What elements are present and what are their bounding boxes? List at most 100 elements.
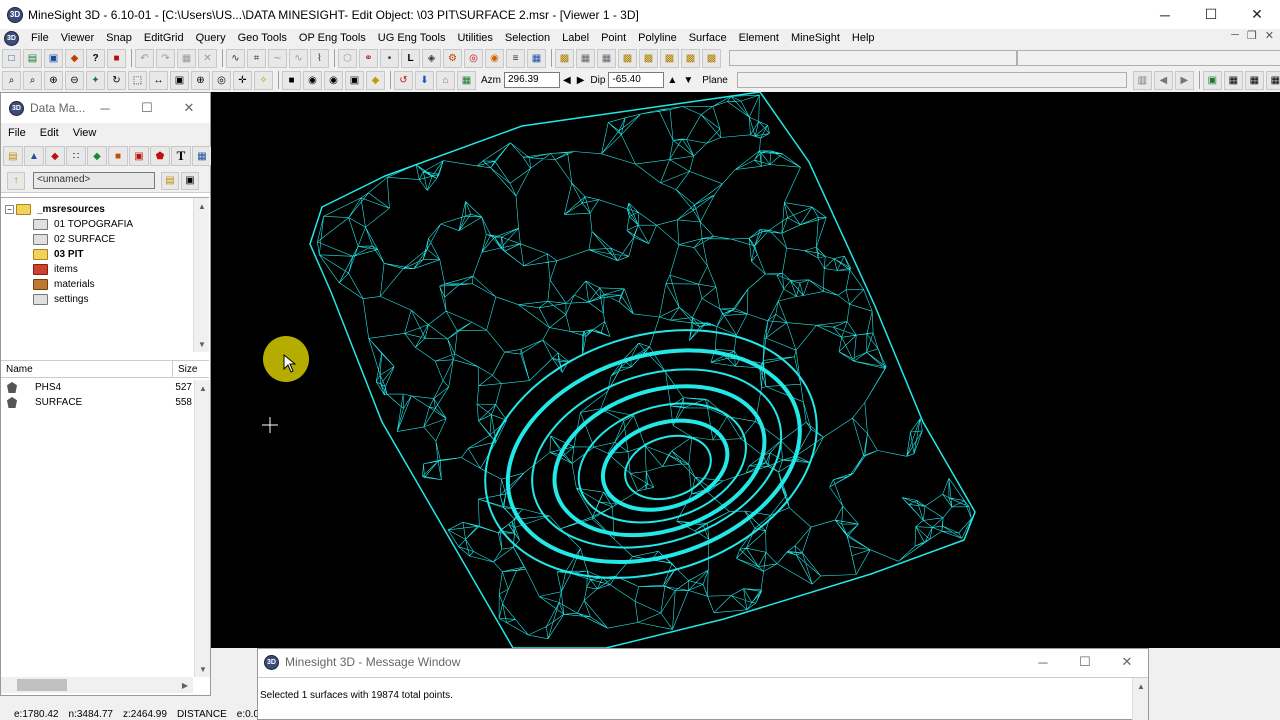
render-2-icon[interactable]: ◉ (303, 70, 322, 90)
close-button[interactable]: ✕ (1234, 0, 1280, 29)
scene-7-icon[interactable]: ▩ (681, 48, 700, 68)
scene-3-icon[interactable]: ▦ (597, 48, 616, 68)
arrow-down-icon[interactable]: ⬇ (415, 70, 434, 90)
wave-icon[interactable]: ∿ (289, 48, 308, 68)
tree-node-01-topografia[interactable]: 01 TOPOGRAFIA (33, 217, 133, 232)
fit-icon[interactable]: ⬚ (128, 70, 147, 90)
size-column-header[interactable]: Size (173, 361, 209, 377)
dip-up-arrow-icon[interactable]: ▲ (667, 75, 677, 86)
list-scrollbar[interactable]: ▲ ▼ (194, 380, 210, 677)
menu-query[interactable]: Query (190, 32, 232, 44)
snap-icon[interactable]: ⬡ (338, 48, 357, 68)
pick-icon[interactable]: ◈ (422, 48, 441, 68)
render-4-icon[interactable]: ▣ (345, 70, 364, 90)
menu-surface[interactable]: Surface (683, 32, 733, 44)
menu-selection[interactable]: Selection (499, 32, 556, 44)
object-icon[interactable]: ◆ (65, 48, 84, 68)
step-forward-icon[interactable]: ▶ (1174, 70, 1194, 90)
new-icon[interactable]: □ (2, 48, 21, 68)
shape-icon[interactable]: ⬟ (150, 146, 170, 166)
save-path-icon[interactable]: ▣ (181, 171, 199, 190)
toolbar-combo-2[interactable] (1017, 50, 1280, 66)
message-window-close-button[interactable]: ✕ (1106, 649, 1148, 675)
view-4-icon[interactable]: ▦ (1265, 70, 1280, 90)
target-icon[interactable]: ◎ (464, 48, 483, 68)
scene-4-icon[interactable]: ▩ (618, 48, 637, 68)
edit-line-icon[interactable]: ⌇ (310, 48, 329, 68)
panel-icon[interactable]: ▥ (1132, 70, 1152, 90)
scene-2-icon[interactable]: ▦ (576, 48, 595, 68)
mdi-minimize-button[interactable]: ─ (1231, 29, 1239, 42)
help-icon[interactable]: ? (86, 48, 105, 68)
open-icon[interactable]: ▤ (23, 48, 42, 68)
folder-open-icon[interactable]: ▤ (3, 146, 23, 166)
browse-folder-icon[interactable]: ▤ (161, 171, 179, 190)
tree-node-items[interactable]: items (33, 262, 78, 277)
scroll-down-icon[interactable]: ▼ (194, 336, 210, 352)
mdi-close-button[interactable]: ✕ (1265, 29, 1274, 42)
zoom-in-icon[interactable]: ⊕ (44, 70, 63, 90)
dip-input[interactable]: -65.40 (608, 72, 665, 88)
grid-toggle-icon[interactable]: ▦ (457, 70, 476, 90)
hscroll-thumb[interactable] (17, 679, 67, 691)
render-5-icon[interactable]: ◆ (366, 70, 385, 90)
view-1-icon[interactable]: ▣ (1202, 70, 1222, 90)
grid-icon[interactable]: ▦ (177, 48, 196, 68)
menu-minesight[interactable]: MineSight (785, 32, 846, 44)
label-icon[interactable]: L (401, 48, 420, 68)
path-field[interactable]: <unnamed> (33, 172, 155, 189)
scroll-up-icon[interactable]: ▲ (195, 380, 211, 396)
solid-icon[interactable]: ■ (108, 146, 128, 166)
render-1-icon[interactable]: ■ (282, 70, 301, 90)
move-icon[interactable]: ✛ (233, 70, 252, 90)
menu-polyline[interactable]: Polyline (632, 32, 683, 44)
select-icon[interactable]: ⌗ (247, 48, 266, 68)
menu-point[interactable]: Point (595, 32, 632, 44)
azm-right-arrow-icon[interactable]: ▶ (577, 75, 585, 86)
step-back-icon[interactable]: ◀ (1153, 70, 1173, 90)
menu-ug-eng-tools[interactable]: UG Eng Tools (372, 32, 452, 44)
mdi-restore-button[interactable]: ❐ (1247, 29, 1257, 42)
tree-node-msresources[interactable]: − _msresources (5, 202, 105, 217)
save-icon[interactable]: ▣ (44, 48, 63, 68)
highlight-icon[interactable]: ✧ (254, 70, 273, 90)
data-manager-maximize-button[interactable]: ☐ (126, 93, 168, 123)
scroll-down-icon[interactable]: ▼ (195, 661, 211, 677)
message-window-maximize-button[interactable]: ☐ (1064, 649, 1106, 675)
drillhole-icon[interactable]: ▲ (24, 146, 44, 166)
menu-utilities[interactable]: Utilities (451, 32, 498, 44)
delete-icon[interactable]: ✕ (198, 48, 217, 68)
view-3-icon[interactable]: ▦ (1244, 70, 1264, 90)
menu-snap[interactable]: Snap (100, 32, 138, 44)
tree-node-03-pit[interactable]: 03 PIT (33, 247, 83, 262)
menu-editgrid[interactable]: EditGrid (138, 32, 190, 44)
menu-file[interactable]: File (25, 32, 55, 44)
view-2-icon[interactable]: ▦ (1223, 70, 1243, 90)
render-3-icon[interactable]: ◉ (324, 70, 343, 90)
data-manager-minimize-button[interactable]: ─ (84, 93, 126, 123)
surface-object-icon[interactable]: ◆ (87, 146, 107, 166)
azm-input[interactable]: 296.39 (504, 72, 560, 88)
plane-input[interactable] (736, 72, 1127, 88)
menu-op-eng-tools[interactable]: OP Eng Tools (293, 32, 372, 44)
menu-element[interactable]: Element (733, 32, 785, 44)
menu-geo-tools[interactable]: Geo Tools (232, 32, 293, 44)
data-manager-close-button[interactable]: ✕ (168, 93, 210, 123)
structure-icon[interactable]: ⌂ (436, 70, 455, 90)
zoom-window-icon[interactable]: ⌕ (23, 70, 42, 90)
list-item-phs4[interactable]: PHS4 527 (1, 380, 193, 395)
marker-icon[interactable]: ◆ (45, 146, 65, 166)
zoom-extents-icon[interactable]: ⌕ (2, 70, 21, 90)
minimize-button[interactable]: ─ (1142, 0, 1188, 29)
scene-5-icon[interactable]: ▩ (639, 48, 658, 68)
dm-menu-edit[interactable]: Edit (33, 127, 66, 139)
globe-icon[interactable]: ◎ (212, 70, 231, 90)
dm-menu-view[interactable]: View (66, 127, 104, 139)
azm-left-arrow-icon[interactable]: ◀ (563, 75, 571, 86)
undo-icon[interactable]: ↶ (135, 48, 154, 68)
text-object-icon[interactable]: T (171, 146, 191, 166)
app-icon[interactable]: 3D (7, 6, 23, 23)
menu-help[interactable]: Help (846, 32, 881, 44)
link-icon[interactable]: ⚭ (359, 48, 378, 68)
rotate-icon[interactable]: ↻ (107, 70, 126, 90)
